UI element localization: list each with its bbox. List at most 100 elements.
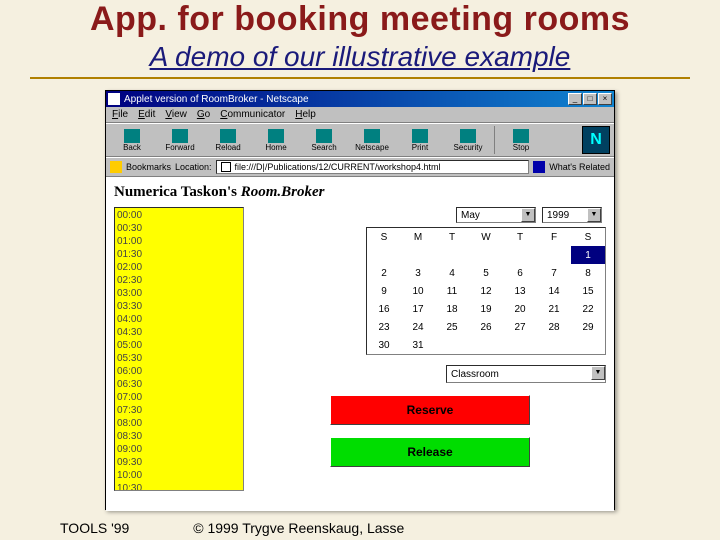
time-slot[interactable]: 10:00 <box>117 470 241 483</box>
menu-go[interactable]: Go <box>197 109 210 120</box>
time-slot[interactable]: 01:00 <box>117 236 241 249</box>
time-slot[interactable]: 06:30 <box>117 379 241 392</box>
whats-related-label[interactable]: What's Related <box>549 162 610 172</box>
calendar-day <box>401 246 435 264</box>
time-slot[interactable]: 09:30 <box>117 457 241 470</box>
calendar-day[interactable]: 21 <box>537 300 571 318</box>
year-select[interactable]: 1999 ▼ <box>542 207 602 223</box>
calendar-day[interactable]: 12 <box>469 282 503 300</box>
calendar-day[interactable]: 5 <box>469 264 503 282</box>
calendar-day[interactable]: 28 <box>537 318 571 336</box>
bookmarks-label[interactable]: Bookmarks <box>126 162 171 172</box>
time-slot[interactable]: 01:30 <box>117 249 241 262</box>
calendar-day[interactable]: 25 <box>435 318 469 336</box>
calendar-day[interactable]: 16 <box>367 300 401 318</box>
time-slot[interactable]: 02:30 <box>117 275 241 288</box>
product-label: Room.Broker <box>241 184 325 200</box>
release-button[interactable]: Release <box>330 437 530 467</box>
calendar-day[interactable]: 4 <box>435 264 469 282</box>
calendar-day[interactable]: 3 <box>401 264 435 282</box>
reserve-button[interactable]: Reserve <box>330 395 530 425</box>
security-label: Security <box>454 143 483 152</box>
calendar-day[interactable]: 15 <box>571 282 605 300</box>
time-slot[interactable]: 06:00 <box>117 366 241 379</box>
calendar-day[interactable]: 27 <box>503 318 537 336</box>
time-slot[interactable]: 00:00 <box>117 210 241 223</box>
back-button[interactable]: Back <box>110 125 154 155</box>
calendar-day[interactable]: 7 <box>537 264 571 282</box>
whats-related-icon[interactable] <box>533 161 545 173</box>
calendar-day[interactable]: 10 <box>401 282 435 300</box>
time-slot[interactable]: 00:30 <box>117 223 241 236</box>
calendar-day[interactable]: 8 <box>571 264 605 282</box>
reload-label: Reload <box>215 143 240 152</box>
time-slot[interactable]: 07:30 <box>117 405 241 418</box>
location-input[interactable]: file:///D|/Publications/12/CURRENT/works… <box>216 160 530 174</box>
calendar-day <box>537 336 571 354</box>
time-slot[interactable]: 09:00 <box>117 444 241 457</box>
calendar-day[interactable]: 18 <box>435 300 469 318</box>
page-icon <box>221 162 231 172</box>
time-slot[interactable]: 03:00 <box>117 288 241 301</box>
location-bar: Bookmarks Location: file:///D|/Publicati… <box>106 157 614 177</box>
time-slot[interactable]: 05:00 <box>117 340 241 353</box>
calendar-day <box>435 336 469 354</box>
time-slot[interactable]: 04:00 <box>117 314 241 327</box>
security-button[interactable]: Security <box>446 125 490 155</box>
calendar-day[interactable]: 13 <box>503 282 537 300</box>
reload-button[interactable]: Reload <box>206 125 250 155</box>
calendar-day[interactable]: 31 <box>401 336 435 354</box>
home-button[interactable]: Home <box>254 125 298 155</box>
print-icon <box>412 129 428 143</box>
calendar-day[interactable]: 29 <box>571 318 605 336</box>
calendar-day <box>435 246 469 264</box>
menu-edit[interactable]: Edit <box>138 109 155 120</box>
print-label: Print <box>412 143 428 152</box>
calendar-day[interactable]: 17 <box>401 300 435 318</box>
time-slot-list[interactable]: 00:0000:3001:0001:3002:0002:3003:0003:30… <box>114 207 244 491</box>
calendar-day[interactable]: 6 <box>503 264 537 282</box>
calendar[interactable]: SMTWTFS123456789101112131415161718192021… <box>366 227 606 355</box>
stop-label: Stop <box>513 143 529 152</box>
calendar-day[interactable]: 1 <box>571 246 605 264</box>
netscape-label: Netscape <box>355 143 389 152</box>
menu-file[interactable]: File <box>112 109 128 120</box>
calendar-day-header: T <box>435 228 469 246</box>
maximize-button[interactable]: □ <box>583 93 597 105</box>
menu-view[interactable]: View <box>165 109 187 120</box>
calendar-day[interactable]: 11 <box>435 282 469 300</box>
print-button[interactable]: Print <box>398 125 442 155</box>
room-selected: Classroom <box>451 369 499 380</box>
stop-button[interactable]: Stop <box>499 125 543 155</box>
search-button[interactable]: Search <box>302 125 346 155</box>
calendar-day[interactable]: 30 <box>367 336 401 354</box>
close-button[interactable]: × <box>598 93 612 105</box>
calendar-day[interactable]: 20 <box>503 300 537 318</box>
room-select[interactable]: Classroom ▼ <box>446 365 606 383</box>
calendar-day[interactable]: 22 <box>571 300 605 318</box>
time-slot[interactable]: 05:30 <box>117 353 241 366</box>
time-slot[interactable]: 07:00 <box>117 392 241 405</box>
conference-label: TOOLS '99 <box>60 520 129 536</box>
bookmarks-icon[interactable] <box>110 161 122 173</box>
time-slot[interactable]: 10:30 <box>117 483 241 491</box>
calendar-day[interactable]: 23 <box>367 318 401 336</box>
forward-label: Forward <box>165 143 194 152</box>
time-slot[interactable]: 02:00 <box>117 262 241 275</box>
calendar-day[interactable]: 19 <box>469 300 503 318</box>
menu-help[interactable]: Help <box>295 109 316 120</box>
time-slot[interactable]: 03:30 <box>117 301 241 314</box>
forward-button[interactable]: Forward <box>158 125 202 155</box>
calendar-day[interactable]: 9 <box>367 282 401 300</box>
month-select[interactable]: May ▼ <box>456 207 536 223</box>
minimize-button[interactable]: _ <box>568 93 582 105</box>
menu-communicator[interactable]: Communicator <box>220 109 285 120</box>
time-slot[interactable]: 08:30 <box>117 431 241 444</box>
time-slot[interactable]: 04:30 <box>117 327 241 340</box>
netscape-button[interactable]: Netscape <box>350 125 394 155</box>
calendar-day[interactable]: 2 <box>367 264 401 282</box>
calendar-day[interactable]: 26 <box>469 318 503 336</box>
calendar-day[interactable]: 24 <box>401 318 435 336</box>
time-slot[interactable]: 08:00 <box>117 418 241 431</box>
calendar-day[interactable]: 14 <box>537 282 571 300</box>
